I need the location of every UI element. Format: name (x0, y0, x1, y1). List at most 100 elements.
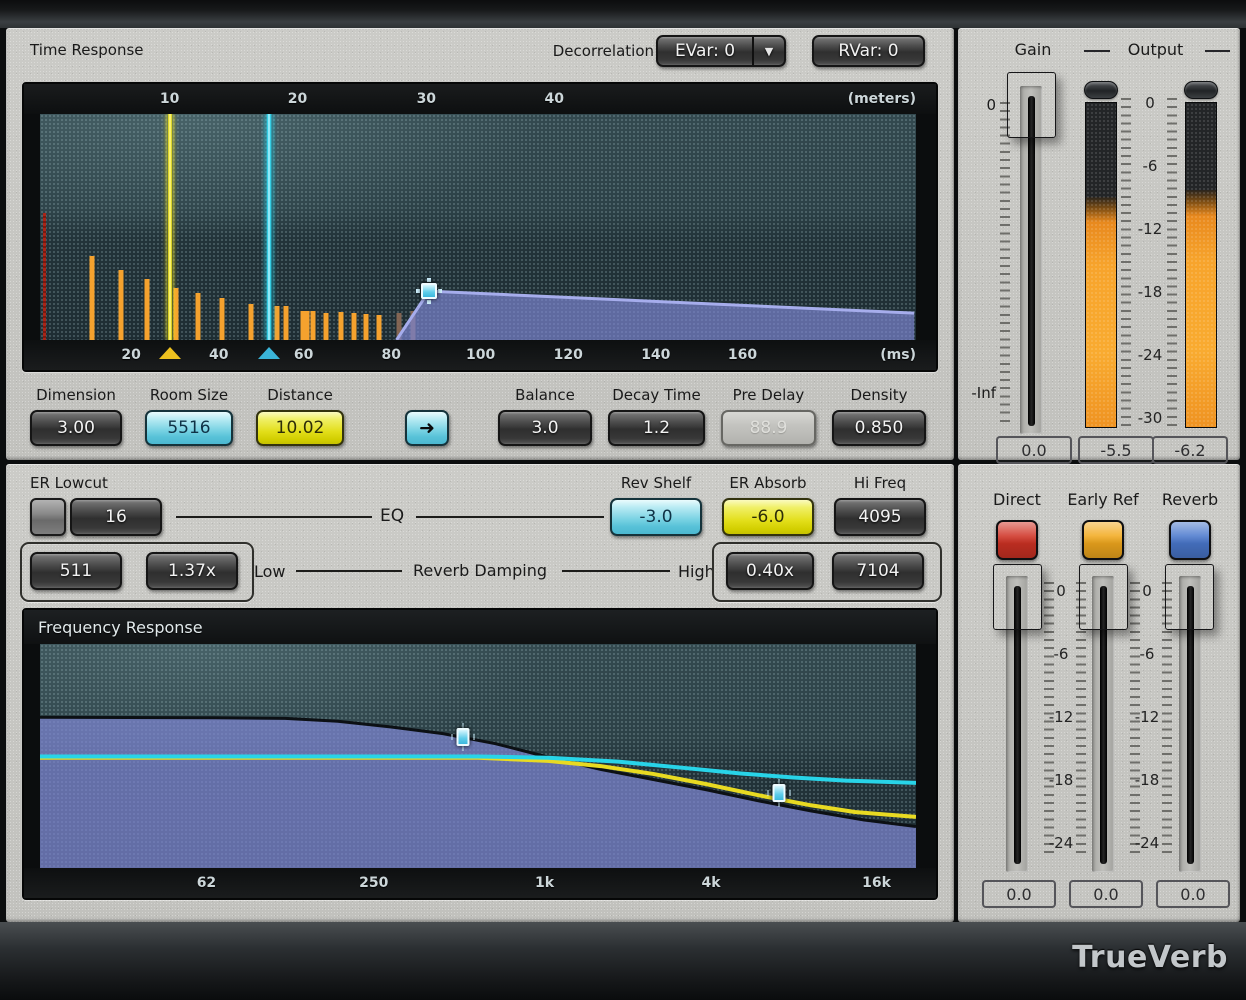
axis-tick: 60 (294, 347, 313, 363)
scale-label: -12 (1135, 708, 1160, 726)
balance-label: Balance (485, 386, 605, 404)
freq-handle[interactable] (773, 784, 786, 802)
right-meter-value-box[interactable]: -6.2 (1152, 436, 1228, 464)
bottom-bar: TrueVerb (0, 922, 1246, 1000)
left-meter-cap (1084, 81, 1118, 99)
damping-high-label: High (678, 562, 715, 581)
direct-mute-button[interactable] (996, 520, 1038, 560)
density-label: Density (819, 386, 939, 404)
output-dash-left (1084, 50, 1110, 52)
scale-label: -18 (1049, 771, 1074, 789)
pre-delay-label: Pre Delay (708, 386, 829, 404)
axis-tick: 140 (641, 347, 670, 363)
dimension-label: Dimension (16, 386, 136, 404)
dimension-value-button[interactable]: 3.00 (30, 410, 122, 446)
er-lowcut-toggle[interactable] (30, 498, 66, 536)
time-response-panel: Time Response Decorrelation EVar: 0 ▼ RV… (6, 28, 954, 460)
time-graph-top-axis: 10203040(meters) (24, 84, 936, 114)
axis-unit: (meters) (848, 91, 916, 107)
scale-label: -18 (1138, 283, 1163, 301)
damping-title: Reverb Damping (404, 561, 556, 580)
scale-label: -24 (1049, 834, 1074, 852)
output-panel: Gain Output 0 -Inf 0-6-12-18-24-30 0.0 -… (958, 28, 1240, 460)
scale-label: 0 (1056, 582, 1066, 600)
damping-low-ratio-button[interactable]: 1.37x (146, 552, 238, 590)
chevron-down-icon[interactable]: ▼ (752, 37, 784, 65)
time-graph-bottom-axis: 20406080100120140160(ms) (24, 340, 936, 370)
pre-delay-value-button[interactable]: 88.9 (721, 410, 816, 446)
hi-freq-label: Hi Freq (828, 474, 932, 492)
er-lowcut-value-button[interactable]: 16 (70, 498, 162, 536)
damping-low-freq-button[interactable]: 511 (30, 552, 122, 590)
damping-high-freq-button[interactable]: 7104 (832, 552, 924, 590)
er-absorb-value-button[interactable]: -6.0 (722, 498, 814, 536)
reverb-mute-button[interactable] (1169, 520, 1211, 560)
axis-unit: (ms) (880, 347, 916, 363)
room-size-value-button[interactable]: 5516 (145, 410, 233, 446)
gain-inf-label: -Inf (958, 384, 996, 402)
damping-low-label: Low (254, 562, 286, 581)
left-meter-value-box[interactable]: -5.5 (1078, 436, 1154, 464)
freq-handle[interactable] (457, 728, 470, 746)
gain-fader-knob[interactable] (1007, 72, 1056, 138)
scale-label: -12 (1049, 708, 1074, 726)
scale-label: 0 (1142, 582, 1152, 600)
link-arrow-button[interactable]: ➜ (405, 410, 449, 446)
direct-value-box[interactable]: 0.0 (982, 880, 1056, 908)
rev-shelf-value-button[interactable]: -3.0 (610, 498, 702, 536)
mix-scale-1: 0 -6 -12 -18 -24 (1044, 464, 1078, 922)
marker-triangle[interactable] (258, 347, 280, 359)
arrow-right-icon: ➜ (419, 417, 435, 439)
trueverb-plugin: Time Response Decorrelation EVar: 0 ▼ RV… (0, 0, 1246, 1000)
direct-fader-knob[interactable] (993, 564, 1042, 630)
left-meter-fill (1086, 197, 1116, 427)
hi-freq-value-button[interactable]: 4095 (834, 498, 926, 536)
top-frame (0, 0, 1246, 28)
axis-tick: 120 (554, 347, 583, 363)
gain-value-box[interactable]: 0.0 (996, 436, 1072, 464)
left-output-meter (1085, 102, 1117, 428)
scale-label: -24 (1135, 834, 1160, 852)
axis-tick: 80 (382, 347, 401, 363)
balance-value-button[interactable]: 3.0 (498, 410, 592, 446)
scale-label: -30 (1138, 409, 1163, 427)
distance-value-button[interactable]: 10.02 (256, 410, 344, 446)
gain-zero-label: 0 (972, 96, 996, 114)
density-value-button[interactable]: 0.850 (832, 410, 926, 446)
scale-label: -6 (1054, 645, 1069, 663)
axis-tick: 250 (359, 875, 388, 891)
frequency-response-graph: Frequency Response 622501k4k16k (22, 608, 938, 900)
axis-tick: 30 (417, 91, 436, 107)
right-output-meter (1185, 102, 1217, 428)
right-meter-fill (1186, 190, 1216, 427)
axis-tick: 16k (862, 875, 891, 891)
eq-line-left (176, 516, 372, 518)
early-ref-mute-button[interactable] (1082, 520, 1124, 560)
evar-dropdown[interactable]: EVar: 0 ▼ (656, 35, 786, 67)
gain-fader-slot[interactable] (1028, 96, 1035, 426)
time-graph-grid-wrap (24, 114, 936, 340)
scale-label: 0 (1145, 94, 1155, 112)
axis-tick: 20 (121, 347, 140, 363)
scale-label: -18 (1135, 771, 1160, 789)
axis-tick: 62 (197, 875, 216, 891)
reverb-fader-knob[interactable] (1165, 564, 1214, 630)
damping-line-right (562, 570, 670, 572)
axis-tick: 20 (288, 91, 307, 107)
axis-tick: 1k (535, 875, 554, 891)
early-ref-value-box[interactable]: 0.0 (1069, 880, 1143, 908)
reverb-value-box[interactable]: 0.0 (1156, 880, 1230, 908)
marker-triangle[interactable] (159, 347, 181, 359)
damping-high-ratio-button[interactable]: 0.40x (726, 552, 814, 590)
damping-line-left (296, 570, 402, 572)
frequency-response-grid (40, 644, 916, 868)
envelope-handle[interactable] (421, 283, 437, 299)
rvar-button[interactable]: RVar: 0 (812, 35, 925, 67)
meter-tick-scale-left (1121, 98, 1131, 428)
scale-label: -24 (1138, 346, 1163, 364)
frequency-response-title-row: Frequency Response (24, 610, 936, 644)
scale-label: -12 (1138, 220, 1163, 238)
axis-tick: 40 (209, 347, 228, 363)
early-ref-fader-knob[interactable] (1079, 564, 1128, 630)
decay-time-value-button[interactable]: 1.2 (608, 410, 705, 446)
